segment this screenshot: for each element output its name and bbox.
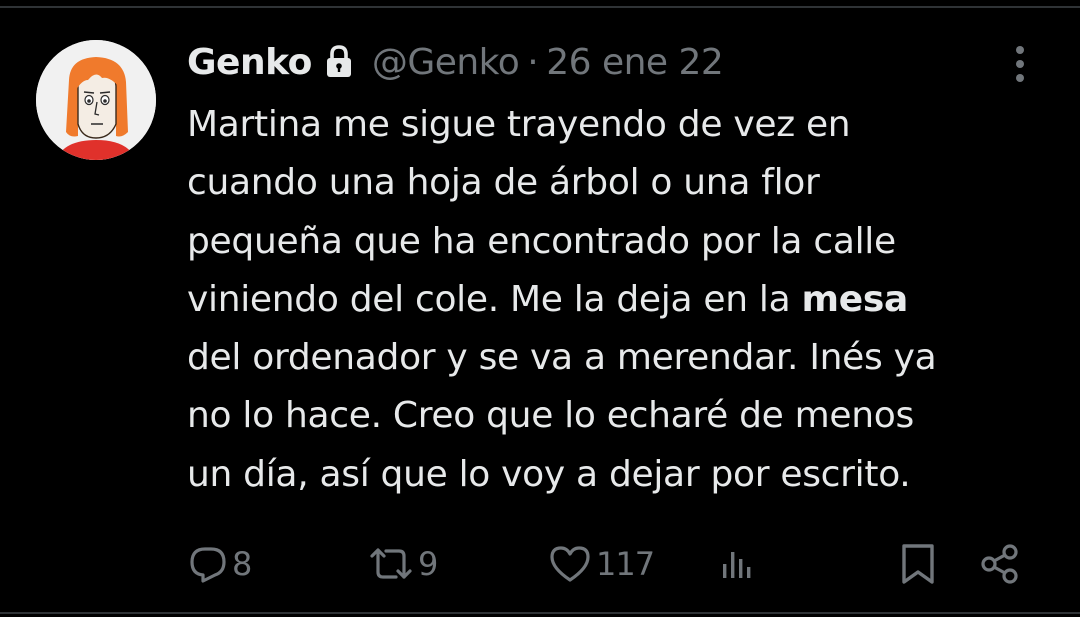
- bookmark-icon: [902, 544, 934, 584]
- views-icon: [723, 552, 751, 578]
- lock-icon: [324, 45, 354, 79]
- tweet-text: Martina me sigue trayendo de vez en cuan…: [187, 96, 1047, 504]
- bookmark-button[interactable]: [898, 538, 938, 590]
- reply-count: 8: [232, 545, 252, 583]
- tweet-line-text: pequeña que ha encontrado por la calle: [187, 220, 896, 262]
- tweet-line: Martina me sigue trayendo de vez en: [187, 96, 1047, 154]
- top-divider: [0, 6, 1080, 8]
- tweet-header: Genko @Genko · 26 ene 22: [187, 40, 724, 84]
- tweet-line-text: Martina me sigue trayendo de vez en: [187, 104, 851, 145]
- retweet-icon: [370, 548, 412, 579]
- share-icon: [981, 544, 1018, 584]
- author-handle[interactable]: @Genko: [372, 42, 520, 83]
- tweet-line: del ordenador y se va a merendar. Inés y…: [187, 329, 1047, 387]
- retweet-count: 9: [418, 545, 438, 583]
- like-count: 117: [596, 545, 655, 583]
- tweet-line-text: un día, así que lo voy a dejar por escri…: [187, 453, 911, 495]
- reply-button[interactable]: 8: [188, 538, 252, 590]
- avatar-illustration: [36, 40, 156, 160]
- header-separator: ·: [527, 41, 539, 83]
- tweet-date[interactable]: 26 ene 22: [546, 42, 724, 83]
- tweet-bold-word: mesa: [801, 278, 909, 320]
- avatar[interactable]: [36, 40, 156, 160]
- author-name[interactable]: Genko: [187, 42, 312, 83]
- retweet-button[interactable]: 9: [368, 538, 438, 590]
- tweet-line-text: del ordenador y se va a merendar. Inés y…: [187, 337, 937, 379]
- tweet-line: viniendo del cole. Me la deja en la mesa: [187, 271, 1047, 329]
- more-icon-dot: [1016, 74, 1024, 82]
- tweet-line: pequeña que ha encontrado por la calle: [187, 213, 1047, 271]
- tweet-line: cuando una hoja de árbol o una flor: [187, 154, 1047, 212]
- more-icon: [1016, 46, 1024, 54]
- tweet-line-text: cuando una hoja de árbol o una flor: [187, 162, 820, 204]
- reply-icon: [190, 547, 226, 583]
- tweet-line-text: viniendo del cole. Me la deja en la: [187, 278, 802, 320]
- heart-icon: [550, 546, 590, 582]
- like-button[interactable]: 117: [548, 538, 655, 590]
- views-button[interactable]: [718, 538, 758, 590]
- bottom-divider: [0, 612, 1080, 614]
- action-bar: 8 9 117: [0, 538, 1080, 590]
- share-button[interactable]: [978, 538, 1022, 590]
- more-options-button[interactable]: [1004, 42, 1036, 86]
- tweet-line-text: no lo hace. Creo que lo echaré de menos: [187, 395, 914, 437]
- tweet-line: no lo hace. Creo que lo echaré de menos: [187, 387, 1047, 445]
- tweet-line: un día, así que lo voy a dejar por escri…: [187, 446, 1047, 504]
- more-icon-dot: [1016, 60, 1024, 68]
